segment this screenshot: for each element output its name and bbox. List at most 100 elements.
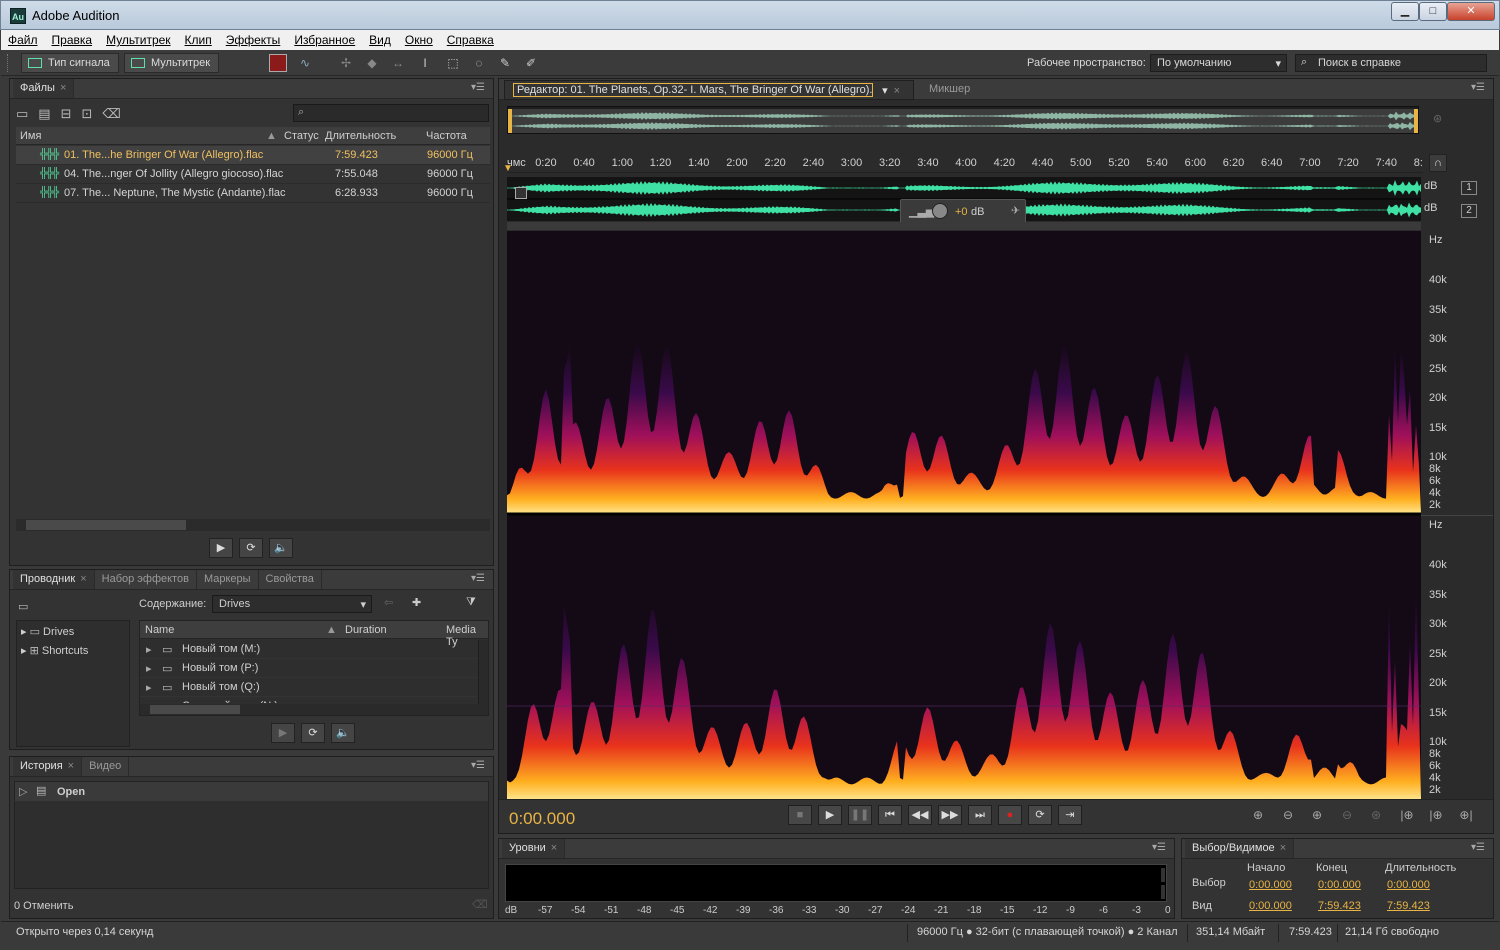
- close-icon[interactable]: ×: [68, 760, 74, 772]
- content-select[interactable]: Drives ▾: [212, 595, 372, 613]
- tab-explorer[interactable]: Проводник ×: [13, 570, 95, 589]
- channel-1-button[interactable]: 1: [1461, 181, 1477, 195]
- close-icon[interactable]: ×: [60, 82, 66, 94]
- waveform-view-button[interactable]: Тип сигнала: [21, 53, 119, 73]
- history-item[interactable]: ▷ ▤ Open: [15, 782, 488, 801]
- explorer-hscrollbar[interactable]: [140, 704, 488, 715]
- clip-indicator-right[interactable]: [1161, 885, 1165, 899]
- close-icon[interactable]: ×: [551, 842, 557, 854]
- zoom-in-amplitude-icon[interactable]: ⊕: [1247, 808, 1269, 826]
- close-icon[interactable]: ×: [1280, 842, 1286, 854]
- hud-gain-value[interactable]: +0: [955, 206, 968, 218]
- minimize-button[interactable]: ▁: [1391, 2, 1419, 21]
- tab-effects-rack[interactable]: Набор эффектов: [95, 570, 197, 589]
- waveform-divider[interactable]: [507, 222, 1421, 230]
- overview-navigator[interactable]: [507, 106, 1419, 134]
- add-icon[interactable]: ✚: [412, 596, 421, 609]
- table-row[interactable]: ╬╬╬ 04. The...nger Of Jollity (Allegro gi…: [16, 165, 490, 184]
- loop-playback-button[interactable]: ⟳: [1028, 805, 1052, 825]
- tab-markers[interactable]: Маркеры: [197, 570, 259, 589]
- insert-icon[interactable]: ⊟: [61, 106, 82, 121]
- trash-icon[interactable]: ⌫: [472, 898, 488, 911]
- go-to-start-button[interactable]: ⏮: [878, 805, 902, 825]
- expand-icon[interactable]: ▸: [146, 643, 152, 656]
- tab-history[interactable]: История ×: [13, 757, 83, 776]
- go-to-end-button[interactable]: ⏭: [968, 805, 992, 825]
- overview-right-handle[interactable]: [1414, 109, 1418, 133]
- drive-icon[interactable]: ▭: [18, 600, 28, 613]
- chevron-down-icon[interactable]: ▾: [882, 85, 888, 97]
- menu-item[interactable]: Правка: [52, 33, 93, 47]
- zoom-navigator-icon[interactable]: ⊛: [1433, 112, 1442, 125]
- selection-start-field[interactable]: 0:00.000: [1249, 879, 1292, 891]
- razor-tool-icon[interactable]: ◆: [363, 54, 381, 72]
- menu-item[interactable]: Клип: [185, 33, 212, 47]
- workspace-select[interactable]: По умолчанию ▾: [1150, 54, 1287, 72]
- column-rate[interactable]: Частота: [426, 130, 467, 142]
- waveform-display-icon[interactable]: ∿: [296, 54, 314, 72]
- zoom-full-icon[interactable]: ⊛: [1365, 808, 1387, 826]
- zoom-out-time-icon[interactable]: ⊖: [1336, 808, 1358, 826]
- tree-item-drives[interactable]: ▸ ▭ Drives: [21, 625, 74, 638]
- panel-menu-icon[interactable]: ▾☰: [471, 760, 485, 771]
- scroll-thumb[interactable]: [26, 520, 186, 530]
- tab-selection-view[interactable]: Выбор/Видимое ×: [1185, 839, 1295, 858]
- spectral-display[interactable]: [507, 231, 1421, 799]
- panel-menu-icon[interactable]: ▾☰: [471, 573, 485, 584]
- panel-menu-icon[interactable]: ▾☰: [1471, 842, 1485, 853]
- fade-in-handle[interactable]: [515, 187, 527, 199]
- spectral-display-icon[interactable]: [269, 54, 287, 72]
- column-status[interactable]: Статус: [284, 130, 319, 142]
- tab-mixer[interactable]: Микшер: [921, 80, 978, 100]
- list-item[interactable]: ▸ ▭ Новый том (M:): [140, 640, 478, 659]
- column-name[interactable]: Name: [145, 624, 174, 636]
- tab-properties[interactable]: Свойства: [259, 570, 322, 589]
- clip-indicator-left[interactable]: [1161, 868, 1165, 882]
- menu-item[interactable]: Вид: [369, 33, 391, 47]
- menu-item[interactable]: Мультитрек: [106, 33, 170, 47]
- expand-icon[interactable]: ▸: [146, 681, 152, 694]
- back-icon[interactable]: ⇦: [384, 596, 393, 609]
- play-button[interactable]: ▶: [818, 805, 842, 825]
- skip-selection-button[interactable]: ⇥: [1058, 805, 1082, 825]
- stop-button[interactable]: ■: [788, 805, 812, 825]
- channel-2-button[interactable]: 2: [1461, 204, 1477, 218]
- list-item[interactable]: ▸ ▭ Новый том (P:): [140, 659, 478, 678]
- files-hscrollbar[interactable]: [16, 519, 490, 531]
- loop-preview-button[interactable]: ⟳: [239, 538, 263, 558]
- tab-levels[interactable]: Уровни ×: [502, 839, 566, 858]
- frequency-scale-ch2[interactable]: Hz 40k 35k 30k 25k 20k 15k 10k 8k 6k 4k 2k: [1421, 515, 1493, 797]
- filter-icon[interactable]: ⧩: [466, 596, 476, 609]
- menu-item[interactable]: Файл: [8, 33, 38, 47]
- tab-video[interactable]: Видео: [82, 757, 130, 776]
- lasso-tool-icon[interactable]: ◌: [470, 54, 488, 72]
- record-button[interactable]: ●: [998, 805, 1022, 825]
- export-icon[interactable]: ⊡: [82, 106, 103, 121]
- explorer-autoplay-button[interactable]: 🔈: [331, 723, 355, 743]
- headphones-icon[interactable]: ∩: [1429, 154, 1447, 172]
- trash-icon[interactable]: ⌫: [102, 106, 130, 121]
- open-folder-icon[interactable]: ▭: [16, 106, 38, 121]
- marquee-tool-icon[interactable]: ⬚: [444, 54, 462, 72]
- view-end-field[interactable]: 7:59.423: [1318, 900, 1361, 912]
- maximize-button[interactable]: □: [1419, 2, 1447, 21]
- column-name[interactable]: Имя: [20, 130, 41, 142]
- pin-icon[interactable]: ✈: [1011, 204, 1020, 217]
- multitrack-view-button[interactable]: Мультитрек: [124, 53, 220, 73]
- menu-item[interactable]: Эффекты: [226, 33, 281, 47]
- explorer-play-button[interactable]: ▶: [271, 723, 295, 743]
- menu-item[interactable]: Избранное: [294, 33, 355, 47]
- time-ruler[interactable]: чмс 0:20 0:40 1:00 1:20 1:40 2:00 2:20 2:40 3:00 3…: [507, 155, 1423, 173]
- selection-duration-field[interactable]: 0:00.000: [1387, 879, 1430, 891]
- rewind-button[interactable]: ◀◀: [908, 805, 932, 825]
- play-preview-button[interactable]: ▶: [209, 538, 233, 558]
- table-row[interactable]: ╬╬╬ 01. The...he Bringer Of War (Allegro)…: [16, 146, 490, 165]
- menu-item[interactable]: Справка: [447, 33, 494, 47]
- panel-menu-icon[interactable]: ▾☰: [471, 82, 485, 93]
- column-duration[interactable]: Duration: [345, 624, 387, 636]
- zoom-out-amplitude-icon[interactable]: ⊖: [1277, 808, 1299, 826]
- autoplay-button[interactable]: 🔈: [269, 538, 293, 558]
- zoom-in-point-icon[interactable]: |⊕: [1396, 808, 1418, 826]
- spot-healing-tool-icon[interactable]: ✐: [522, 54, 540, 72]
- table-row[interactable]: ╬╬╬ 07. The... Neptune, The Mystic (Andan…: [16, 184, 490, 203]
